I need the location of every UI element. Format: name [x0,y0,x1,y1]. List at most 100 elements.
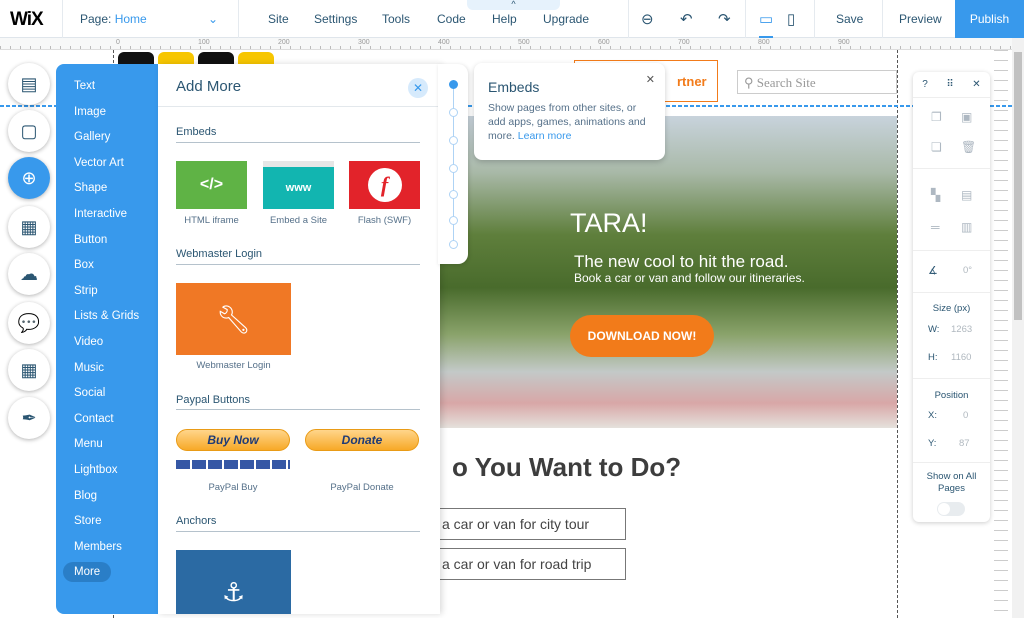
preview-button[interactable]: Preview [899,12,942,26]
close-icon[interactable]: ✕ [646,73,655,86]
social-icon[interactable] [158,52,194,64]
y-input[interactable]: 87 [959,438,970,449]
flash-tile[interactable]: f [349,161,420,209]
divider [176,409,420,410]
close-icon[interactable]: ✕ [408,78,428,98]
menu-upgrade[interactable]: Upgrade [543,12,589,26]
nav-dot[interactable] [449,240,458,249]
desktop-view-icon[interactable]: ▭ [759,10,774,38]
menu-tools[interactable]: Tools [382,12,410,26]
duplicate-icon[interactable]: ❏ [931,140,942,154]
nav-dot-active[interactable] [449,80,458,89]
paypal-donate-button[interactable]: Donate [305,429,419,451]
social-icon[interactable] [118,52,154,64]
add-button[interactable]: ⊕ [8,157,50,199]
category-interactive[interactable]: Interactive [74,208,127,220]
category-lightbox[interactable]: Lightbox [74,464,117,476]
menu-code[interactable]: Code [437,12,466,26]
mobile-view-icon[interactable]: ▯ [787,10,795,28]
distribute-icon[interactable]: ═ [931,220,940,234]
anchor-tile[interactable]: ⚓︎ [176,550,291,614]
pages-button[interactable]: ▤ [8,63,50,105]
embed-site-tile[interactable]: www [263,161,334,209]
width-input[interactable]: 1263 [951,324,972,335]
publish-button[interactable]: Publish [955,0,1024,38]
rotate-icon[interactable]: ∡ [928,264,938,277]
site-search-input[interactable]: ⚲ Search Site [737,70,897,94]
show-all-pages-toggle[interactable] [937,502,965,516]
menu-settings[interactable]: Settings [314,12,357,26]
help-icon[interactable]: ? [922,79,928,90]
category-social[interactable]: Social [74,387,105,399]
scrollbar-thumb[interactable] [1014,52,1022,320]
category-blog[interactable]: Blog [74,490,97,502]
rotation-value[interactable]: 0° [963,265,972,276]
category-image[interactable]: Image [74,106,106,118]
category-store[interactable]: Store [74,515,102,527]
show-all-pages-label: Show on All Pages [926,471,977,494]
choice-road-trip[interactable]: a car or van for road trip [420,548,626,580]
background-button[interactable]: ▢ [8,110,50,152]
menu-help[interactable]: Help [492,12,517,26]
add-apps-button[interactable]: ▦ [8,206,50,248]
paypal-buy-now-button[interactable]: Buy Now [176,429,290,451]
divider [158,106,440,107]
close-icon[interactable]: ✕ [972,79,980,90]
width-label: W: [928,324,940,335]
category-more[interactable]: More [63,562,112,582]
learn-more-link[interactable]: Learn more [518,130,572,142]
search-icon: ⚲ [744,75,754,90]
save-button[interactable]: Save [836,12,863,26]
choice-city-tour[interactable]: a car or van for city tour [420,508,626,540]
bookings-button[interactable]: ▦ [8,349,50,391]
blog-button[interactable]: ✒ [8,397,50,439]
divider [913,250,990,251]
nav-dot[interactable] [449,108,458,117]
nav-dot[interactable] [449,190,458,199]
drag-handle-icon[interactable]: ⠿ [946,79,953,90]
html-iframe-tile[interactable]: </> [176,161,247,209]
nav-dot[interactable] [449,136,458,145]
redo-icon[interactable]: ↷ [718,10,731,28]
hero-strip[interactable]: TARA! The new cool to hit the road. Book… [440,116,897,428]
menu-site[interactable]: Site [268,12,289,26]
horizontal-ruler[interactable] [0,38,1012,50]
page-selector[interactable]: Page: Home ⌄ [80,12,230,26]
undo-icon[interactable]: ↶ [680,10,693,28]
nav-dot[interactable] [449,216,458,225]
category-button[interactable]: Button [74,234,107,246]
social-icon[interactable] [238,52,274,64]
category-video[interactable]: Video [74,336,103,348]
zoom-out-icon[interactable]: ⊖ [641,10,654,28]
site-boundary-right [897,50,898,618]
category-menu[interactable]: Menu [74,438,103,450]
align-icon[interactable]: ▤ [961,188,972,202]
category-music[interactable]: Music [74,362,104,374]
category-contact[interactable]: Contact [74,413,114,425]
upload-cloud-icon: ☁ [20,263,38,284]
category-shape[interactable]: Shape [74,182,107,194]
social-icon[interactable] [198,52,234,64]
category-box[interactable]: Box [74,259,94,271]
category-vector-art[interactable]: Vector Art [74,157,124,169]
copy-icon[interactable]: ❐ [931,110,942,124]
category-strip[interactable]: Strip [74,285,98,297]
media-button[interactable]: ☁ [8,253,50,295]
arrange-icon[interactable]: ▚ [931,188,940,202]
download-button[interactable]: DOWNLOAD NOW! [570,315,714,357]
category-gallery[interactable]: Gallery [74,131,110,143]
inspector-panel: ? ⠿ ✕ ❐ ▣ ❏ 🗑︎ ▚ ▤ ═ ▥ ∡ 0° Size (px) W: 1… [913,72,990,522]
match-size-icon[interactable]: ▥ [961,220,972,234]
collapse-topbar-handle[interactable]: ^ [467,0,560,10]
category-lists-grids[interactable]: Lists & Grids [74,310,139,322]
category-members[interactable]: Members [74,541,122,553]
x-input[interactable]: 0 [963,410,968,421]
nav-dot[interactable] [449,164,458,173]
webmaster-login-tile[interactable]: 🔧︎ [176,283,291,355]
chat-button[interactable]: 💬 [8,302,50,344]
category-text[interactable]: Text [74,80,95,92]
delete-icon[interactable]: 🗑︎ [961,140,976,154]
section-scroll-nav[interactable] [438,64,468,264]
height-input[interactable]: 1160 [951,352,971,363]
paste-icon[interactable]: ▣ [961,110,972,124]
